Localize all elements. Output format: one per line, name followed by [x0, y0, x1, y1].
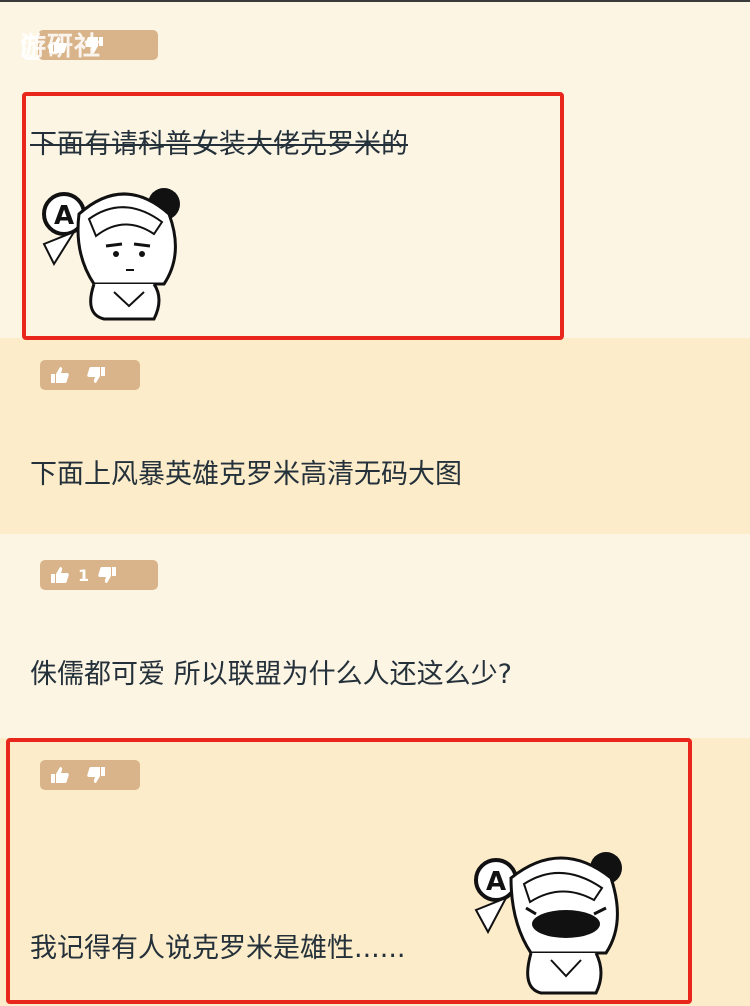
svg-text:A: A	[54, 201, 74, 231]
comment-item: 1 侏儒都可爱 所以联盟为什么人还这么少?	[0, 534, 750, 738]
vote-bar	[40, 760, 140, 790]
thumbs-up-icon	[51, 767, 69, 783]
like-button[interactable]	[50, 366, 70, 384]
like-count: 1	[78, 565, 90, 585]
vote-bar	[40, 360, 140, 390]
svg-text:A: A	[486, 867, 506, 897]
comment-item: 下面有请科普女装大佬克罗米的 A 游研社	[0, 2, 750, 338]
comment-text: 下面上风暴英雄克罗米高清无码大图	[30, 459, 462, 490]
dislike-button[interactable]	[86, 766, 106, 784]
thumbs-down-icon	[87, 367, 105, 383]
anime-girl-sticker: A	[42, 188, 180, 321]
thumbs-down-icon	[98, 567, 117, 583]
watermark-text: 游研社	[20, 32, 102, 62]
thumbs-down-icon	[87, 767, 105, 783]
vote-bar: 1	[40, 560, 158, 590]
comment-item: 下面上风暴英雄克罗米高清无码大图	[0, 338, 750, 534]
comment-item: 我记得有人说克罗米是雄性...... A	[0, 738, 750, 1006]
like-button[interactable]	[50, 766, 70, 784]
comment-text: 下面有请科普女装大佬克罗米的	[30, 129, 408, 160]
dislike-button[interactable]	[97, 566, 117, 584]
thumbs-up-icon	[51, 367, 69, 383]
like-button[interactable]	[50, 566, 70, 584]
comment-text: 侏儒都可爱 所以联盟为什么人还这么少?	[30, 659, 512, 690]
anime-girl-blushing-sticker: A	[474, 852, 622, 995]
comment-text: 我记得有人说克罗米是雄性......	[30, 933, 406, 964]
thumbs-up-icon	[51, 567, 69, 583]
dislike-button[interactable]	[86, 366, 106, 384]
